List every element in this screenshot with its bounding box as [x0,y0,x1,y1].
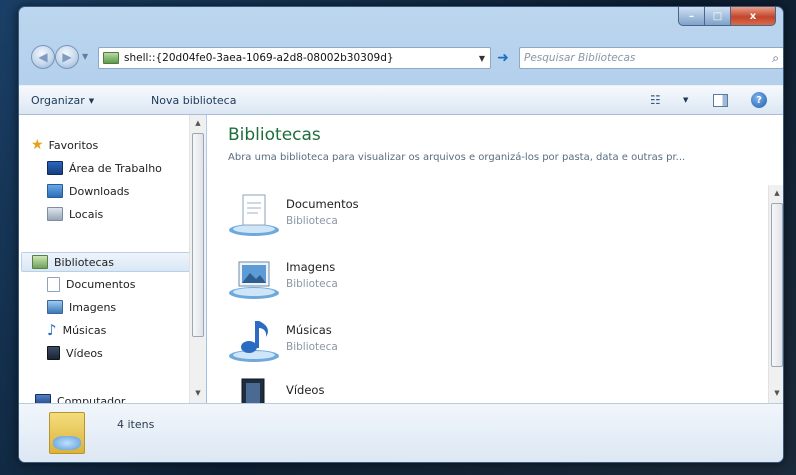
library-type: Biblioteca [286,278,338,290]
library-item-music[interactable]: Músicas Biblioteca [228,313,628,369]
new-library-label: Nova biblioteca [151,94,237,107]
sidebar-item-libraries[interactable]: Bibliotecas [21,252,194,272]
item-count: 4 itens [117,418,155,431]
library-type: Biblioteca [286,215,338,227]
star-icon: ★ [31,137,44,153]
views-dropdown-icon[interactable]: ▼ [683,96,688,104]
sidebar-item-label: Bibliotecas [54,255,115,269]
views-icon[interactable]: ☷ [650,93,661,107]
scroll-up-icon[interactable]: ▲ [190,115,206,131]
sidebar-item-downloads[interactable]: Downloads [47,181,129,201]
scroll-up-icon[interactable]: ▲ [769,185,783,201]
sidebar-scrollbar[interactable]: ▲ ▼ [189,115,206,403]
scrollbar-thumb[interactable] [192,133,204,337]
library-item-images[interactable]: Imagens Biblioteca [228,250,628,306]
music-library-icon [229,321,279,362]
library-name: Documentos [286,197,359,211]
address-dropdown-icon[interactable]: ▼ [474,54,490,63]
sidebar-item-label: Vídeos [66,346,103,360]
scrollbar-thumb[interactable] [771,203,783,367]
sidebar-item-documents[interactable]: Documentos [47,274,135,294]
sidebar-item-label: Documentos [66,277,136,291]
search-input[interactable] [524,52,773,64]
address-text[interactable]: shell::{20d04fe0-3aea-1069-a2d8-08002b30… [124,52,474,64]
library-name: Músicas [286,323,332,337]
library-name: Vídeos [286,383,325,397]
close-button[interactable]: x [731,7,776,26]
sidebar-item-music[interactable]: ♪ Músicas [47,320,106,340]
libraries-icon [103,52,119,64]
library-name: Imagens [286,260,336,274]
images-library-icon [229,261,279,299]
page-title: Bibliotecas [228,125,321,145]
videos-icon [47,346,60,360]
forward-arrow-icon: ▶ [62,50,72,64]
explorer-window: – □ x ◀ ▶ ▼ shell::{20d04fe0-3aea-1069-a… [18,6,784,463]
libraries-icon [32,255,48,269]
go-arrow-icon: ➜ [497,50,509,66]
organize-label: Organizar [31,94,85,107]
search-box[interactable]: ⌕ [519,47,783,69]
sidebar-item-images[interactable]: Imagens [47,297,116,317]
organize-button[interactable]: Organizar ▼ [31,94,94,107]
scroll-down-icon[interactable]: ▼ [190,385,206,401]
downloads-icon [47,184,63,198]
recent-pages-dropdown[interactable]: ▼ [82,52,88,61]
sidebar-item-label: Músicas [62,323,107,337]
content-pane: Bibliotecas Abra uma biblioteca para vis… [207,115,783,408]
content-scrollbar[interactable]: ▲ ▼ [768,185,783,403]
places-icon [47,207,63,221]
music-icon: ♪ [47,321,57,339]
sidebar-item-places[interactable]: Locais [47,204,103,224]
documents-icon [47,276,60,292]
preview-pane-icon[interactable] [713,94,728,107]
images-icon [47,300,63,314]
sidebar-item-label: Imagens [69,300,117,314]
sidebar-item-label: Favoritos [48,138,99,152]
navigation-pane: ★ Favoritos Área de Trabalho Downloads L… [19,115,206,408]
address-bar[interactable]: shell::{20d04fe0-3aea-1069-a2d8-08002b30… [98,47,491,69]
details-pane: 4 itens [19,403,783,462]
library-type: Biblioteca [286,341,338,353]
sidebar-item-favorites[interactable]: ★ Favoritos [31,135,98,155]
library-item-documents[interactable]: Documentos Biblioteca [228,187,628,243]
page-description: Abra uma biblioteca para visualizar os a… [228,152,686,163]
sidebar-item-label: Locais [69,207,104,221]
scroll-down-icon[interactable]: ▼ [769,385,783,401]
sidebar-item-label: Downloads [69,184,130,198]
minimize-button[interactable]: – [678,7,705,26]
go-button[interactable]: ➜ [492,47,514,69]
help-icon[interactable]: ? [751,92,767,108]
forward-button[interactable]: ▶ [55,45,79,69]
chevron-down-icon: ▼ [88,96,95,105]
command-bar: Organizar ▼ Nova biblioteca ☷ ▼ ? [19,85,783,115]
address-row: ◀ ▶ ▼ shell::{20d04fe0-3aea-1069-a2d8-08… [19,43,783,69]
libraries-folder-icon [49,412,85,454]
search-icon[interactable]: ⌕ [772,51,779,66]
caption-buttons: – □ x [678,7,776,26]
new-library-button[interactable]: Nova biblioteca [151,94,236,107]
back-arrow-icon: ◀ [38,50,48,64]
sidebar-item-label: Área de Trabalho [69,161,162,175]
sidebar-item-desktop[interactable]: Área de Trabalho [47,158,162,178]
sidebar-item-videos[interactable]: Vídeos [47,343,103,363]
desktop-icon [47,161,63,175]
maximize-button[interactable]: □ [705,7,731,26]
back-button[interactable]: ◀ [31,45,55,69]
documents-library-icon [229,194,279,236]
